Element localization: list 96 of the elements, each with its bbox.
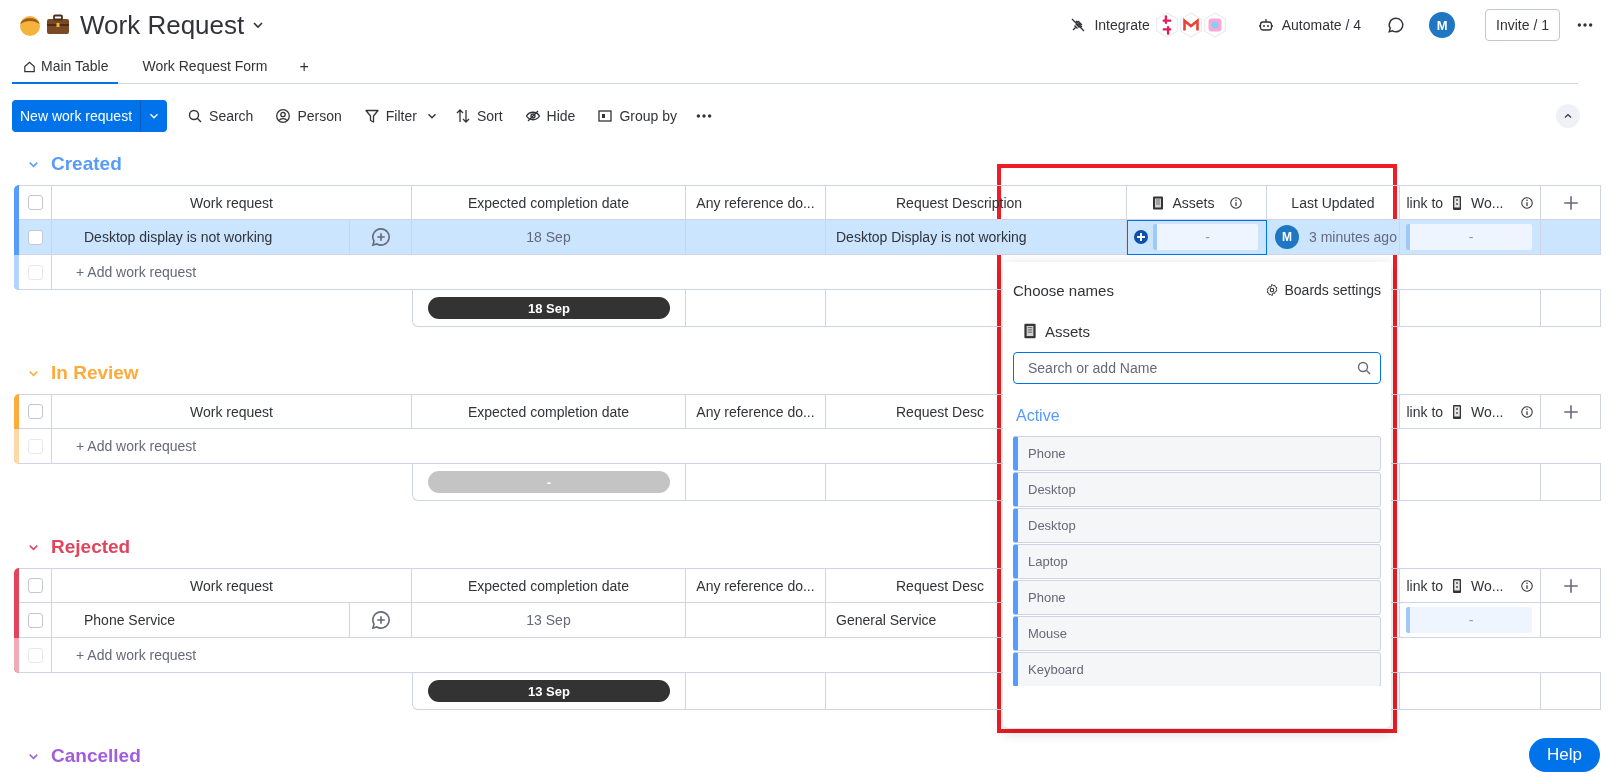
info-icon[interactable] (1519, 578, 1534, 593)
user-avatar[interactable]: M (1429, 12, 1456, 38)
integrate-link[interactable]: Integrate (1094, 17, 1150, 33)
briefcase-icon (46, 13, 70, 37)
column-header: Work request (52, 568, 412, 603)
column-label: link to (1406, 403, 1444, 420)
add-column-button[interactable] (1541, 394, 1601, 429)
help-button[interactable]: Help (1529, 738, 1600, 772)
book-icon (1021, 322, 1039, 340)
date-cell: 18 Sep (412, 220, 686, 255)
date-range-pill: - (428, 471, 670, 493)
add-update-icon[interactable] (370, 227, 391, 247)
add-icon[interactable] (1133, 229, 1149, 245)
date-cell: 13 Sep (412, 603, 686, 638)
asset-option[interactable]: Desktop (1013, 508, 1381, 543)
table-cell: Desktop Display is not working (826, 220, 1127, 255)
info-icon[interactable] (1519, 404, 1534, 419)
checkbox-placeholder (27, 264, 43, 280)
app-icon (1153, 12, 1180, 38)
add-column-button[interactable] (1541, 568, 1601, 603)
date-range-pill: 18 Sep (428, 297, 670, 319)
summary-cell (1541, 464, 1601, 501)
search-icon (1356, 360, 1372, 376)
new-item-button[interactable]: New work request (12, 100, 168, 132)
sort-button[interactable]: Sort (446, 100, 511, 132)
plus-icon (1561, 193, 1580, 212)
summary-cell (1541, 290, 1601, 327)
app-icon (1201, 12, 1228, 38)
group-icon (597, 108, 614, 124)
asset-option[interactable]: Phone (1013, 580, 1381, 615)
person-icon (18, 13, 42, 37)
group-title[interactable]: Cancelled (51, 745, 141, 767)
column-header: Any reference do... (686, 568, 826, 603)
column-label: Wo... (1471, 403, 1504, 420)
column-header: Work request (52, 394, 412, 429)
info-icon[interactable] (1519, 195, 1534, 210)
asset-option[interactable]: Phone (1013, 436, 1381, 471)
view-tab[interactable]: Main Table (12, 50, 119, 84)
view-tab[interactable]: Work Request Form (132, 50, 278, 84)
column-label: Wo... (1471, 577, 1504, 594)
automate-link[interactable]: Automate / 4 (1281, 17, 1362, 33)
user-avatar: M (1275, 225, 1299, 249)
filter-icon (363, 108, 380, 124)
group-button[interactable]: Group by (589, 100, 685, 132)
add-update-icon[interactable] (370, 610, 391, 630)
chat-icon[interactable] (1387, 16, 1406, 34)
board-name: Assets (1045, 322, 1090, 340)
checkbox[interactable] (27, 612, 43, 628)
person-icon (275, 108, 292, 124)
checkbox[interactable] (27, 404, 43, 419)
column-header: Expected completion date (412, 394, 686, 429)
column-label: Assets (1172, 194, 1215, 211)
eye-icon (524, 108, 541, 124)
group-color-bar (14, 394, 19, 464)
plus-icon (1561, 402, 1580, 421)
person-button[interactable]: Person (267, 100, 350, 132)
section-heading: Active (1016, 407, 1060, 425)
asset-option[interactable]: Laptop (1013, 544, 1381, 579)
summary-cell (1541, 673, 1601, 710)
group-title[interactable]: Rejected (51, 536, 131, 558)
column-header: Any reference do... (686, 394, 826, 429)
column-label: Wo... (1471, 194, 1504, 211)
checkbox[interactable] (27, 578, 43, 593)
asset-option[interactable]: Mouse (1013, 616, 1381, 651)
column-label: link to (1406, 577, 1444, 594)
column-header: Work request (52, 185, 412, 220)
checkbox[interactable] (27, 229, 43, 245)
filter-button[interactable]: Filter (355, 100, 425, 132)
invite-button[interactable]: Invite / 1 (1485, 9, 1560, 41)
item-name[interactable]: Phone Service (52, 603, 350, 638)
checkbox[interactable] (27, 195, 43, 210)
app-icon (1177, 12, 1204, 38)
checkbox-placeholder (27, 647, 43, 663)
date-range-pill: 13 Sep (428, 680, 670, 702)
board-title: Work Request (80, 9, 245, 41)
asset-option[interactable]: Keyboard (1013, 652, 1381, 686)
settings-icon (1264, 283, 1279, 297)
asset-option[interactable]: Desktop (1013, 472, 1381, 507)
column-label: link to (1406, 194, 1444, 211)
item-name[interactable]: Desktop display is not working (52, 220, 350, 255)
collapse-button[interactable] (1556, 104, 1580, 128)
info-icon[interactable] (1228, 195, 1243, 210)
search-button[interactable]: Search (179, 100, 262, 132)
robot-icon (1257, 17, 1274, 33)
column-header: Expected completion date (412, 568, 686, 603)
column-header: Expected completion date (412, 185, 686, 220)
plug-icon (1070, 17, 1087, 33)
search-icon (187, 108, 204, 124)
time-text: 3 minutes ago (1309, 229, 1397, 245)
hide-button[interactable]: Hide (516, 100, 584, 132)
home-icon (22, 58, 37, 74)
add-view-button[interactable]: + (291, 57, 317, 76)
checkbox-placeholder (27, 438, 43, 454)
search-field[interactable]: Search or add Name (1013, 352, 1381, 384)
plus-icon (1561, 576, 1580, 595)
sort-icon (454, 108, 471, 124)
